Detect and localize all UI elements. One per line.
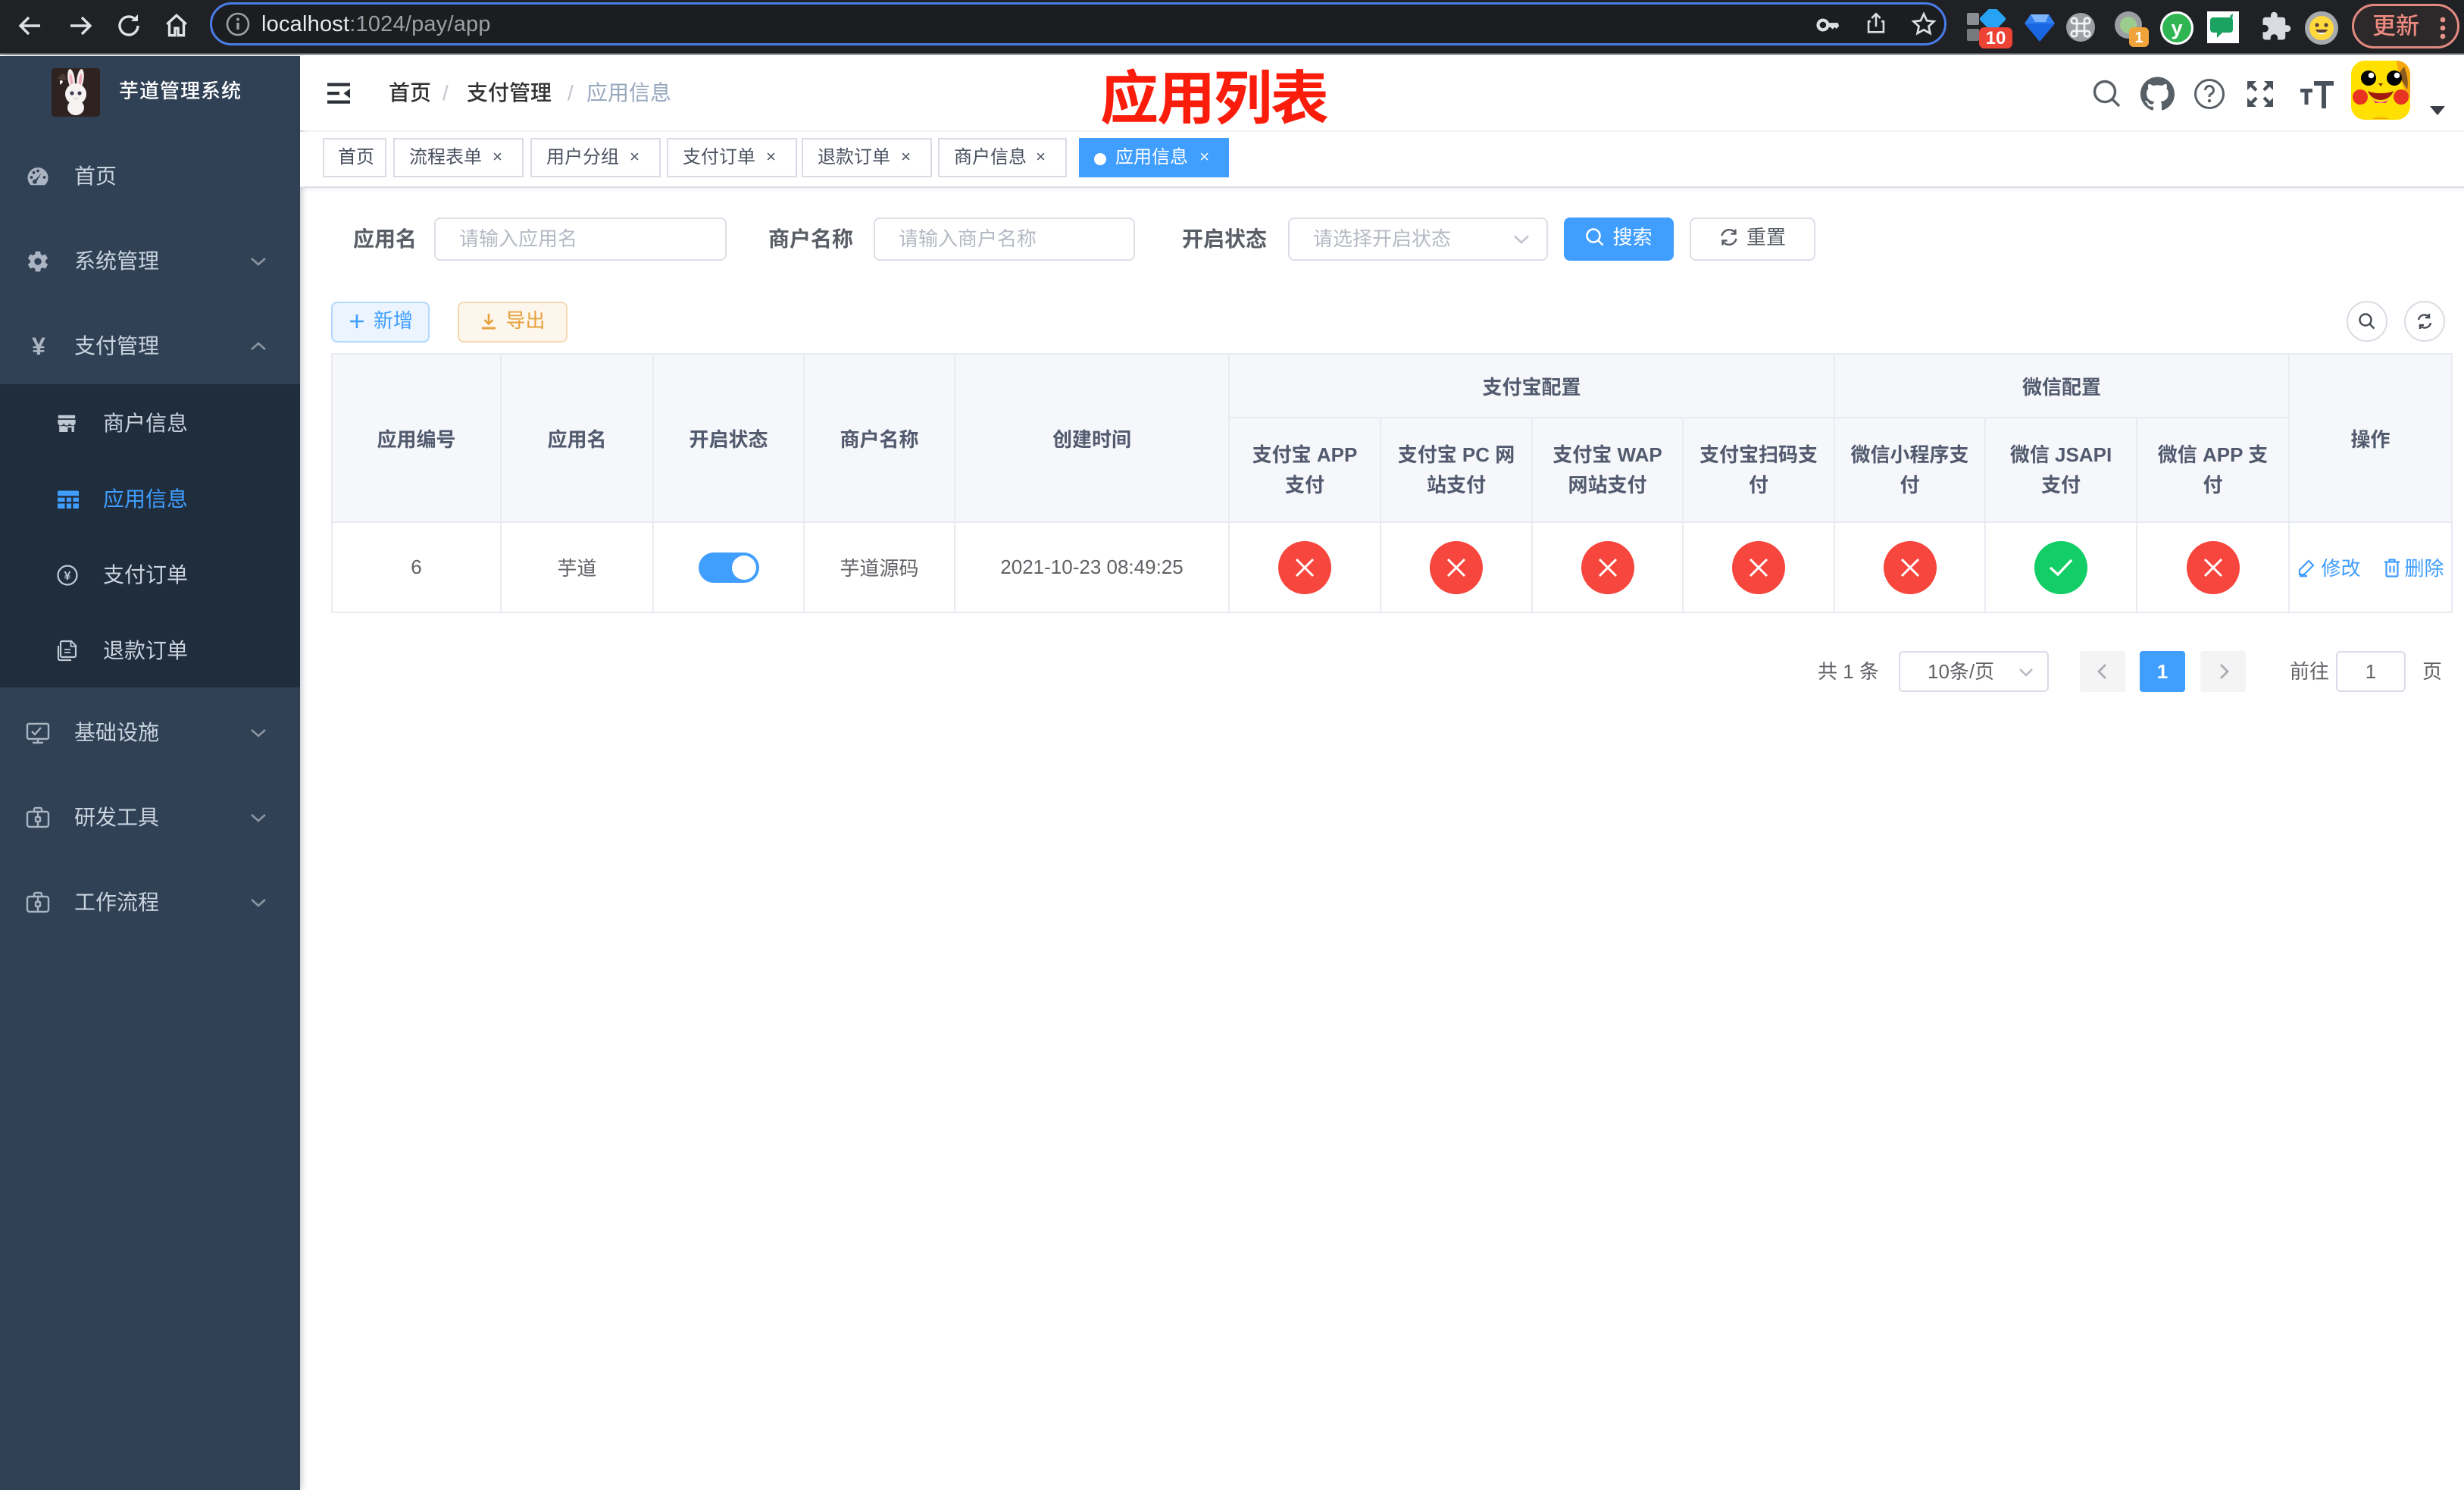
svg-text:10: 10 (1986, 28, 2006, 49)
svg-text:1: 1 (2134, 30, 2143, 46)
svg-text:¥: ¥ (64, 570, 71, 583)
svg-text:y: y (2171, 17, 2182, 39)
svg-text:¥: ¥ (32, 333, 45, 359)
